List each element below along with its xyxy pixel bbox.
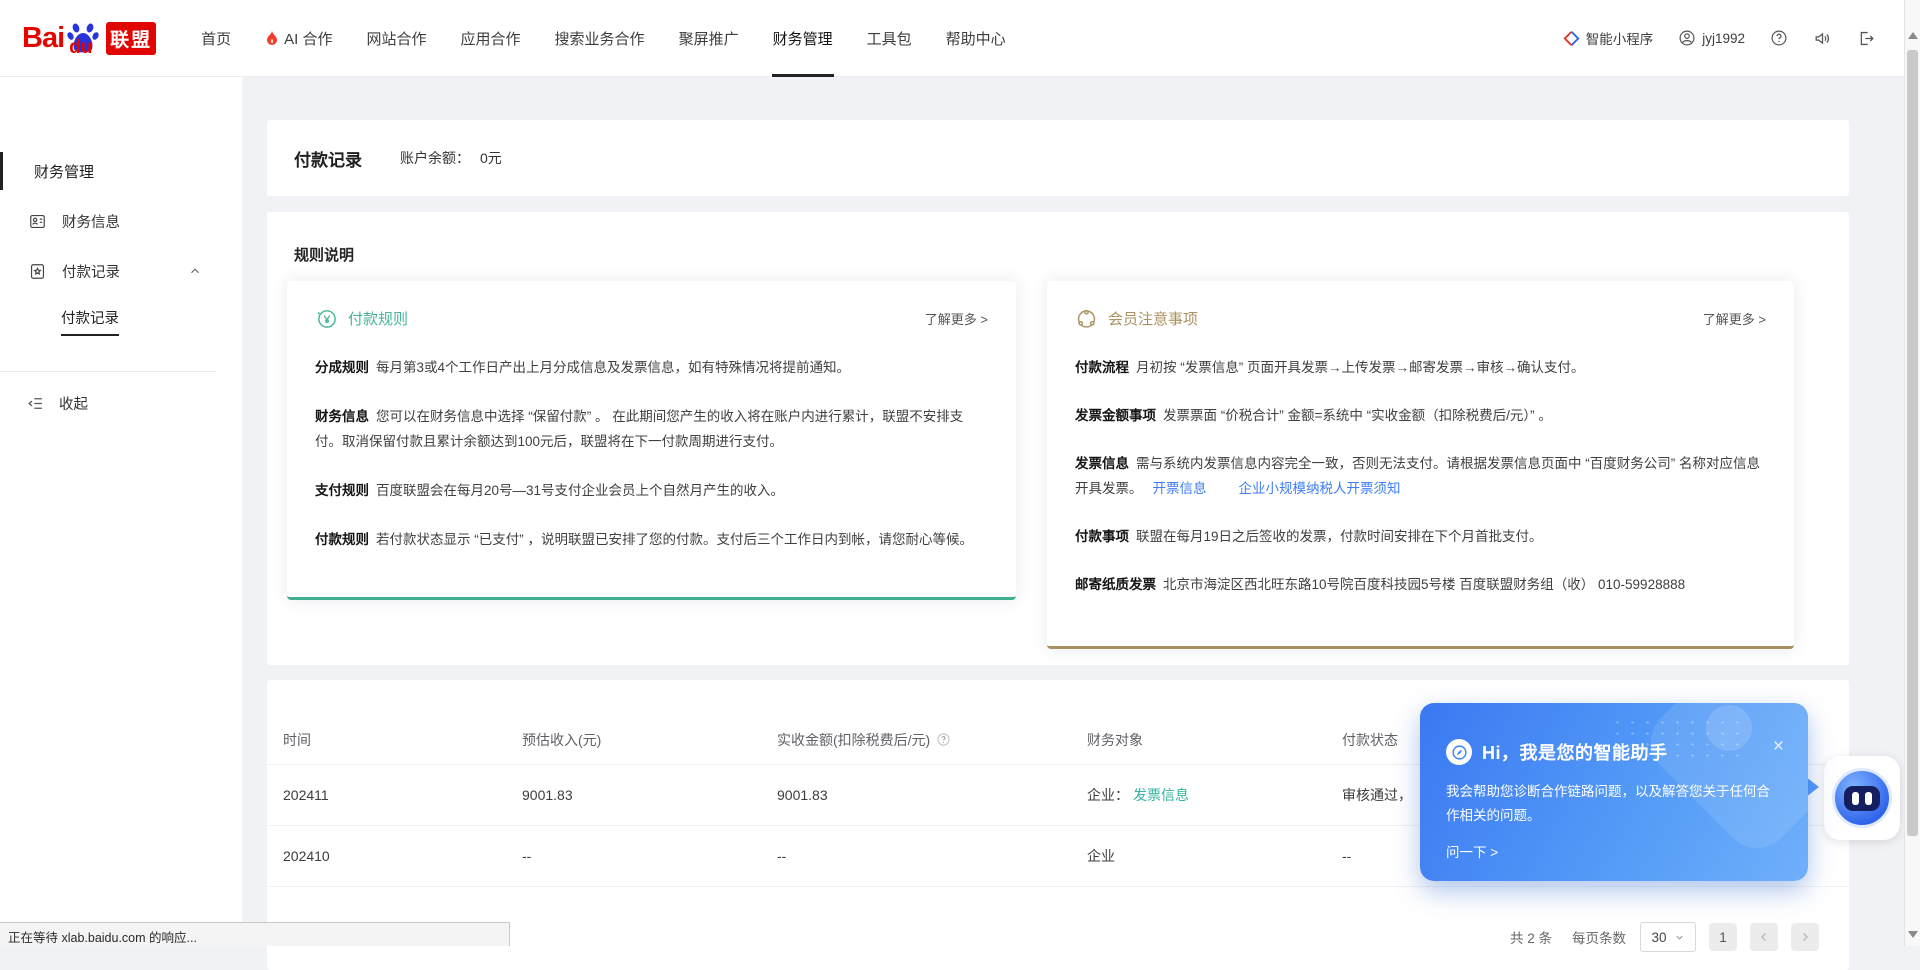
sidebar-item-payment-records[interactable]: 付款记录	[0, 249, 242, 293]
sidebar-item-finance-info[interactable]: 财务信息	[0, 199, 242, 243]
vertical-scrollbar[interactable]	[1904, 0, 1920, 946]
assistant-message: 我会帮助您诊断合作链路问题，以及解答您关于任何合作相关的问题。	[1446, 780, 1782, 828]
sidebar-subitem-payment-records[interactable]: 付款记录	[0, 299, 242, 343]
question-circle-icon[interactable]	[936, 732, 951, 747]
nav-item-home[interactable]: 首页	[184, 0, 248, 77]
cell-time: 202410	[283, 848, 522, 864]
help-icon[interactable]	[1770, 29, 1788, 47]
rule-item: 付款事项联盟在每月19日之后签收的发票，付款时间安排在下个月首批支付。	[1075, 524, 1766, 549]
compass-icon	[1446, 739, 1472, 765]
assistant-robot-button[interactable]	[1824, 756, 1900, 840]
scrollbar-thumb[interactable]	[1907, 50, 1918, 836]
badge-star-icon	[28, 262, 47, 281]
people-circle-icon	[1075, 307, 1098, 330]
payment-rules-card: 付款规则 了解更多 > 分成规则每月第3或4个工作日产出上月分成信息及发票信息，…	[287, 281, 1016, 600]
user-icon	[1678, 29, 1696, 47]
invoice-info-table-link[interactable]: 发票信息	[1133, 785, 1189, 805]
cell-entity: 企业： 发票信息	[1087, 785, 1342, 805]
sound-icon[interactable]	[1813, 29, 1832, 48]
col-entity: 财务对象	[1087, 730, 1342, 750]
page-title: 付款记录	[294, 146, 362, 171]
rule-item: 发票信息需与系统内发票信息内容完全一致，否则无法支付。请根据发票信息页面中 “百…	[1075, 451, 1766, 501]
sidebar-group-finance[interactable]: 财务管理	[0, 149, 242, 193]
cell-entity: 企业	[1087, 846, 1342, 866]
logout-icon[interactable]	[1857, 29, 1876, 48]
invoice-info-link[interactable]: 开票信息	[1153, 481, 1207, 496]
cell-time: 202411	[283, 787, 522, 803]
navbar-right-tools: 智能小程序 jyj1992	[1563, 28, 1876, 48]
rule-cards: 付款规则 了解更多 > 分成规则每月第3或4个工作日产出上月分成信息及发票信息，…	[287, 281, 1822, 649]
col-received: 实收金额(扣除税费后/元)	[777, 730, 1087, 750]
page-header-panel: 付款记录 账户余额： 0元	[267, 120, 1849, 196]
nav-item-search[interactable]: 搜索业务合作	[538, 0, 662, 77]
paw-icon: du	[66, 20, 100, 56]
small-taxpayer-notice-link[interactable]: 企业小规模纳税人开票须知	[1239, 481, 1401, 496]
per-page-label: 每页条数	[1572, 927, 1626, 947]
member-notes-card: 会员注意事项 了解更多 > 付款流程月初按 “发票信息” 页面开具发票→上传发票…	[1047, 281, 1794, 649]
rule-item: 发票金额事项发票票面 “价税合计” 金额=系统中 “实收金额（扣除税费后/元）”…	[1075, 403, 1766, 428]
per-page-select[interactable]: 30	[1640, 922, 1696, 952]
prev-page-button[interactable]	[1750, 923, 1778, 951]
payment-rules-more-link[interactable]: 了解更多 >	[925, 309, 988, 328]
balance-label: 账户余额：	[400, 148, 470, 168]
browser-status-bar: 正在等待 xlab.baidu.com 的响应...	[0, 922, 510, 946]
coin-yen-icon	[315, 307, 338, 330]
total-count: 共 2 条	[1510, 927, 1552, 947]
close-icon[interactable]: ×	[1773, 737, 1784, 756]
logo-text-bai: Bai	[22, 22, 64, 55]
flame-icon	[265, 30, 279, 46]
cell-received: 9001.83	[777, 787, 1087, 803]
chevron-up-icon[interactable]	[188, 264, 202, 278]
rule-item: 支付规则百度联盟会在每月20号—31号支付企业会员上个自然月产生的收入。	[315, 478, 988, 503]
nav-item-website[interactable]: 网站合作	[350, 0, 444, 77]
top-navbar: Bai du 联盟 首页 AI 合作 网站合作 应用合作 搜索业务合作 聚屏推广…	[0, 0, 1920, 77]
col-estimated: 预估收入(元)	[522, 730, 777, 750]
miniprogram-entry[interactable]: 智能小程序	[1563, 28, 1654, 48]
scroll-down-arrow-icon[interactable]	[1908, 931, 1918, 938]
miniprogram-diamond-icon	[1563, 30, 1580, 47]
logo-text-du: du	[69, 37, 92, 59]
main-nav-menu: 首页 AI 合作 网站合作 应用合作 搜索业务合作 聚屏推广 财务管理 工具包 …	[184, 0, 1022, 77]
user-account[interactable]: jyj1992	[1678, 29, 1745, 47]
balance-value: 0元	[480, 148, 502, 168]
rule-item: 付款流程月初按 “发票信息” 页面开具发票→上传发票→邮寄发票→审核→确认支付。	[1075, 355, 1766, 380]
assistant-title: Hi，我是您的智能助手	[1482, 739, 1668, 765]
col-time: 时间	[283, 730, 522, 750]
sidebar-divider	[0, 371, 216, 372]
cell-estimated: --	[522, 848, 777, 864]
rules-section-title: 规则说明	[294, 244, 1849, 265]
assistant-popup: Hi，我是您的智能助手 × 我会帮助您诊断合作链路问题，以及解答您关于任何合作相…	[1420, 703, 1808, 881]
nav-item-finance[interactable]: 财务管理	[756, 0, 850, 77]
cell-estimated: 9001.83	[522, 787, 777, 803]
rule-item: 分成规则每月第3或4个工作日产出上月分成信息及发票信息，如有特殊情况将提前通知。	[315, 355, 988, 380]
next-page-button[interactable]	[1791, 923, 1819, 951]
robot-icon	[1832, 768, 1892, 828]
nav-item-app[interactable]: 应用合作	[444, 0, 538, 77]
baidu-union-logo[interactable]: Bai du 联盟	[22, 20, 156, 56]
nav-item-ai[interactable]: AI 合作	[248, 0, 349, 77]
rule-item: 财务信息您可以在财务信息中选择 “保留付款” 。 在此期间您产生的收入将在账户内…	[315, 404, 988, 454]
nav-item-screen[interactable]: 聚屏推广	[662, 0, 756, 77]
rule-item: 付款规则若付款状态显示 “已支付” ，说明联盟已安排了您的付款。支付后三个工作日…	[315, 527, 988, 552]
logo-text-union: 联盟	[106, 22, 156, 55]
member-notes-more-link[interactable]: 了解更多 >	[1703, 309, 1766, 328]
pagination: 共 2 条 每页条数 30 1	[1510, 922, 1819, 952]
sidebar-collapse-button[interactable]: 收起	[0, 381, 242, 425]
scroll-up-arrow-icon[interactable]	[1908, 32, 1918, 39]
id-card-icon	[28, 212, 47, 231]
rule-item: 邮寄纸质发票北京市海淀区西北旺东路10号院百度科技园5号楼 百度联盟财务组（收）…	[1075, 572, 1766, 597]
nav-item-toolkit[interactable]: 工具包	[850, 0, 929, 77]
nav-item-help-center[interactable]: 帮助中心	[929, 0, 1023, 77]
member-notes-title: 会员注意事项	[1108, 308, 1198, 329]
collapse-icon	[26, 394, 45, 413]
cell-received: --	[777, 848, 1087, 864]
page-1-button[interactable]: 1	[1709, 923, 1737, 951]
payment-rules-title: 付款规则	[348, 308, 408, 329]
ask-now-link[interactable]: 问一下 >	[1446, 841, 1782, 861]
left-sidebar: 财务管理 财务信息 付款记录 付款记录	[0, 77, 242, 946]
rules-panel: 规则说明 付款规则 了解更多 > 分成规则每月第3或4个工作日产出上月分成信息及…	[267, 212, 1849, 665]
